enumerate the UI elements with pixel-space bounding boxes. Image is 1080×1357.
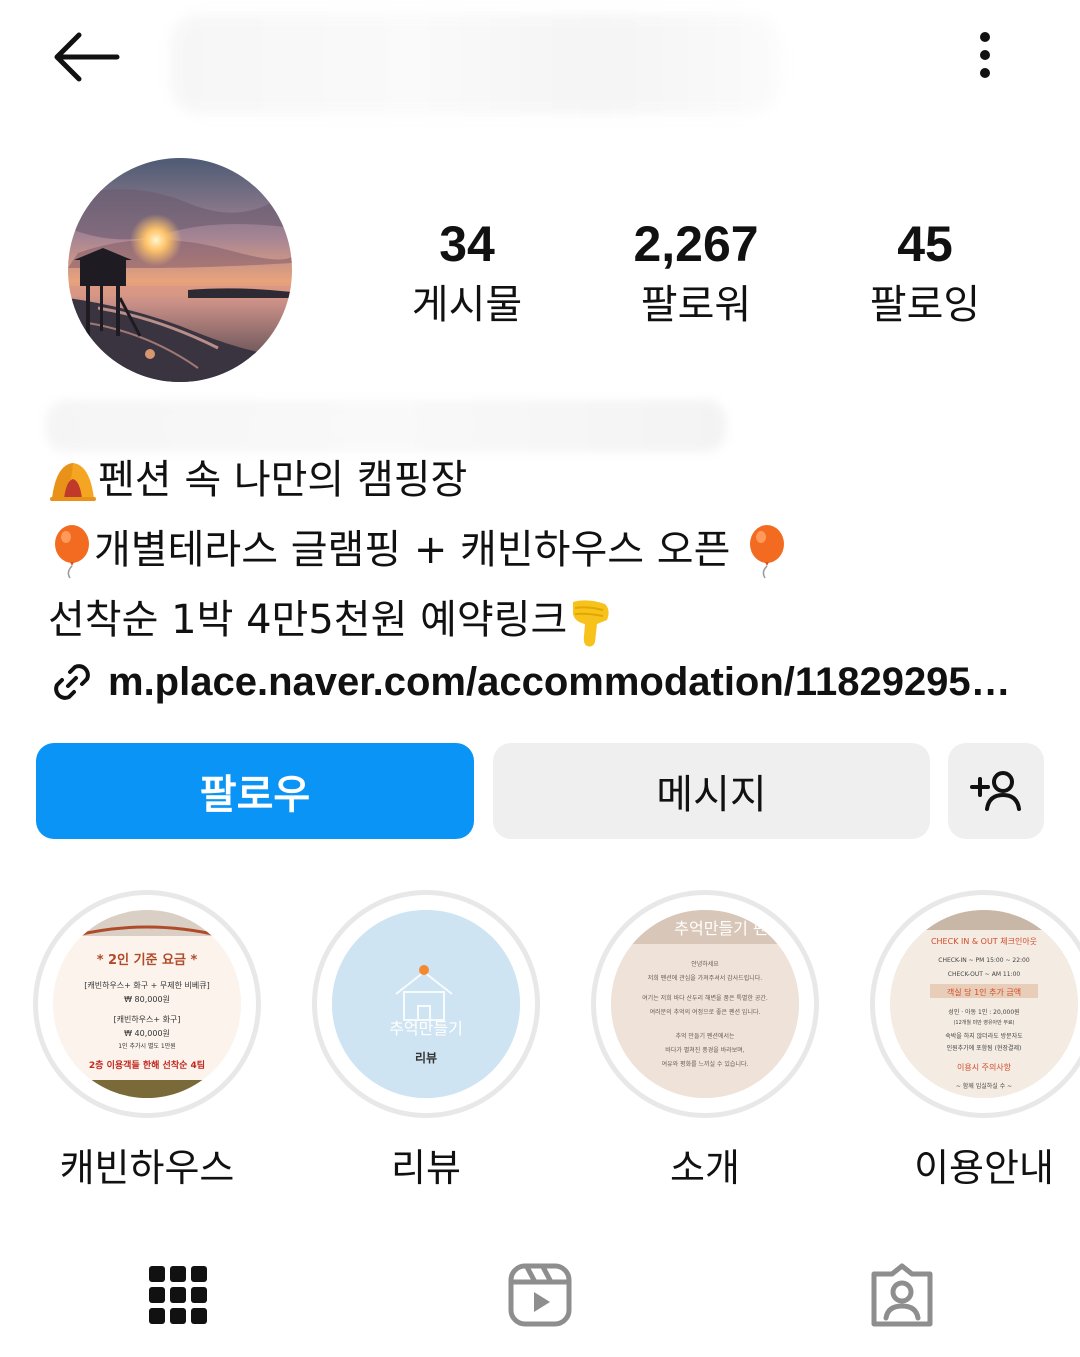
svg-text:₩ 40,000원: ₩ 40,000원 — [124, 1029, 170, 1038]
svg-text:여유와 평화를 느끼실 수 있습니다.: 여유와 평화를 느끼실 수 있습니다. — [662, 1060, 749, 1068]
message-button-label: 메시지 — [656, 772, 767, 818]
svg-text:2층 이용객들 한해 선착순 4팀: 2층 이용객들 한해 선착순 4팀 — [89, 1059, 205, 1071]
svg-text:바다가 펼쳐진 풍경을 바라보며,: 바다가 펼쳐진 풍경을 바라보며, — [665, 1046, 744, 1054]
story-highlights: * 2인 기준 요금 * [캐빈하우스+ 화구 + 무제한 비베큐] ₩ 80,… — [0, 890, 1080, 1190]
svg-text:CHECK IN & OUT 체크인아웃: CHECK IN & OUT 체크인아웃 — [931, 936, 1037, 946]
bio-line-3: 선착순 1박 4만5천원 예약링크 — [48, 592, 1048, 648]
following-stat[interactable]: 45 팔로잉 — [825, 212, 1025, 332]
highlight-cover-image: 추억만들기 펜 안녕하세요 저희 펜션에 관심을 가져주셔서 감사드립니다. 여… — [611, 910, 799, 1098]
tab-reels[interactable] — [485, 1250, 595, 1340]
svg-text:여기는 저희 바다 산두리 해변을 품은 특별한 공간.: 여기는 저희 바다 산두리 해변을 품은 특별한 공간. — [642, 994, 768, 1002]
svg-text:추억만들기 펜: 추억만들기 펜 — [674, 919, 767, 938]
tent-icon — [50, 463, 96, 501]
highlight-cover-image: * 2인 기준 요금 * [캐빈하우스+ 화구 + 무제한 비베큐] ₩ 80,… — [53, 910, 241, 1098]
more-options-button[interactable] — [960, 22, 1010, 88]
following-label: 팔로잉 — [869, 282, 981, 328]
svg-text:(12개월 미만 영유아만 무료): (12개월 미만 영유아만 무료) — [953, 1019, 1014, 1026]
followers-count: 2,267 — [633, 216, 759, 272]
add-user-icon — [970, 771, 1021, 811]
highlight-label: 이용안내 — [914, 1146, 1054, 1190]
svg-text:₩ 80,000원: ₩ 80,000원 — [124, 995, 170, 1004]
svg-text:추억 만들기 펜션에서는: 추억 만들기 펜션에서는 — [675, 1032, 734, 1040]
bio-line-1: 펜션 속 나만의 캠핑장 — [48, 452, 1048, 508]
highlight-intro[interactable]: 추억만들기 펜 안녕하세요 저희 펜션에 관심을 가져주셔서 감사드립니다. 여… — [591, 890, 819, 1194]
svg-text:여러분의 추억의 여정으로 좋은 펜션 입니다.: 여러분의 추억의 여정으로 좋은 펜션 입니다. — [650, 1008, 761, 1016]
svg-text:~ 함께 입실하실 수 ~: ~ 함께 입실하실 수 ~ — [956, 1082, 1012, 1090]
sunset-beach-image — [68, 158, 292, 382]
svg-text:* 2인 기준 요금 *: * 2인 기준 요금 * — [97, 952, 198, 968]
bio-link[interactable]: m.place.naver.com/accommodation/11829295… — [48, 652, 1048, 712]
highlight-label: 캐빈하우스 — [59, 1146, 235, 1190]
grid-icon — [149, 1266, 207, 1324]
suggest-users-button[interactable] — [948, 743, 1044, 839]
svg-text:1인 추가시 별도 1만원: 1인 추가시 별도 1만원 — [118, 1042, 176, 1050]
svg-text:리뷰: 리뷰 — [415, 1050, 437, 1065]
profile-avatar[interactable] — [68, 158, 292, 382]
svg-text:이용시 주의사항: 이용시 주의사항 — [957, 1062, 1012, 1072]
profile-stats: 34 게시물 2,267 팔로워 45 팔로잉 — [350, 212, 1050, 342]
highlight-cabin-house[interactable]: * 2인 기준 요금 * [캐빈하우스+ 화구 + 무제한 비베큐] ₩ 80,… — [33, 890, 261, 1194]
following-count: 45 — [897, 216, 953, 272]
highlight-label: 리뷰 — [391, 1146, 461, 1190]
arrow-left-icon — [54, 32, 120, 82]
highlight-usage-guide[interactable]: CHECK IN & OUT 체크인아웃 CHECK-IN ~ PM 15:00… — [870, 890, 1080, 1194]
posts-stat[interactable]: 34 게시물 — [367, 212, 567, 332]
pointing-down-hand-icon — [573, 600, 609, 647]
message-button[interactable]: 메시지 — [493, 743, 930, 839]
posts-label: 게시물 — [411, 282, 523, 328]
username-blurred — [170, 14, 780, 114]
svg-text:[캐빈하우스+ 화구]: [캐빈하우스+ 화구] — [113, 1014, 180, 1024]
reels-icon — [508, 1263, 572, 1327]
link-icon — [54, 664, 90, 700]
balloon-icon — [750, 525, 785, 579]
posts-count: 34 — [439, 216, 495, 272]
highlight-cover-image: 추억만들기 리뷰 — [332, 910, 520, 1098]
followers-stat[interactable]: 2,267 팔로워 — [596, 212, 796, 332]
tagged-icon — [871, 1263, 933, 1327]
svg-text:안녕하세요: 안녕하세요 — [691, 960, 719, 968]
bio-text-3: 선착순 1박 4만5천원 예약링크 — [48, 597, 568, 643]
svg-text:인원추가에 포함됨 (현장결제): 인원추가에 포함됨 (현장결제) — [947, 1044, 1022, 1052]
svg-text:추억만들기: 추억만들기 — [389, 1019, 463, 1038]
tab-tagged[interactable] — [847, 1250, 957, 1340]
display-name-blurred — [46, 400, 726, 452]
svg-text:숙박을 하지 않더라도 방문자도: 숙박을 하지 않더라도 방문자도 — [945, 1032, 1023, 1040]
svg-text:저희 펜션에 관심을 가져주셔서 감사드립니다.: 저희 펜션에 관심을 가져주셔서 감사드립니다. — [648, 974, 763, 982]
followers-label: 팔로워 — [640, 282, 752, 328]
svg-text:성인 · 아동 1인 : 20,000원: 성인 · 아동 1인 : 20,000원 — [948, 1008, 1019, 1016]
bio-text-1: 펜션 속 나만의 캠핑장 — [98, 457, 468, 503]
tab-posts-grid[interactable] — [123, 1250, 233, 1340]
back-button[interactable] — [44, 22, 128, 92]
highlight-cover-image: CHECK IN & OUT 체크인아웃 CHECK-IN ~ PM 15:00… — [890, 910, 1078, 1098]
bio-line-2: 개별테라스 글램핑 + 캐빈하우스 오픈 — [48, 522, 1048, 580]
svg-text:CHECK-IN ~ PM 15:00 ~ 22:00: CHECK-IN ~ PM 15:00 ~ 22:00 — [938, 957, 1030, 964]
balloon-icon — [55, 525, 89, 579]
svg-text:CHECK-OUT ~ AM 11:00: CHECK-OUT ~ AM 11:00 — [948, 971, 1021, 978]
bio-text-2: 개별테라스 글램핑 + 캐빈하우스 오픈 — [94, 527, 731, 573]
profile-tab-bar — [0, 1250, 1080, 1350]
highlight-label: 소개 — [670, 1146, 740, 1190]
top-bar — [0, 0, 1080, 130]
highlight-review[interactable]: 추억만들기 리뷰 리뷰 — [312, 890, 540, 1194]
follow-button-label: 팔로우 — [199, 772, 311, 818]
svg-text:객실 당 1인 추가 금액: 객실 당 1인 추가 금액 — [947, 987, 1021, 997]
follow-button[interactable]: 팔로우 — [36, 743, 474, 839]
more-vertical-icon — [980, 32, 990, 42]
bio-link-text[interactable]: m.place.naver.com/accommodation/11829295… — [108, 660, 1011, 705]
svg-text:[캐빈하우스+ 화구 + 무제한 비베큐]: [캐빈하우스+ 화구 + 무제한 비베큐] — [84, 980, 210, 990]
